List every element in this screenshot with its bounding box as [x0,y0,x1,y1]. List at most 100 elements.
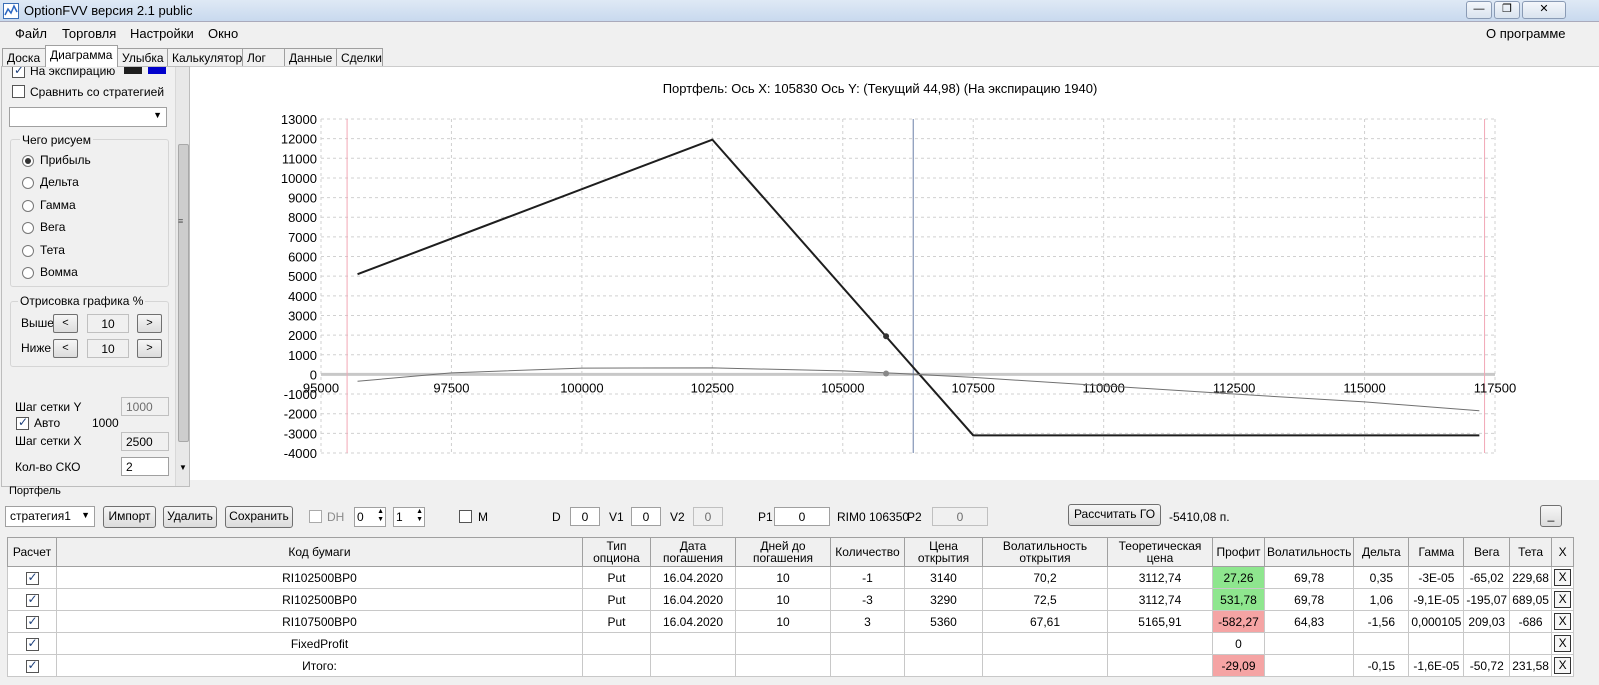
radio-profit[interactable] [22,155,34,167]
header-delta[interactable]: Дельта [1353,537,1410,567]
table-cell[interactable]: -686 [1509,610,1553,633]
table-cell[interactable]: -3E-05 [1408,566,1465,589]
grid-y-input[interactable]: 1000 [121,397,169,416]
header-vega[interactable]: Вега [1463,537,1511,567]
minimize-panel-button[interactable]: _ [1540,505,1562,527]
grid-x-input[interactable]: 2500 [121,432,169,451]
table-cell[interactable]: 64,83 [1263,610,1355,633]
table-cell[interactable]: 0,35 [1353,566,1410,589]
table-cell[interactable]: 5165,91 [1107,610,1213,633]
table-cell[interactable]: Итого: [56,654,583,677]
calc-cell[interactable] [7,632,57,655]
table-cell[interactable]: 69,78 [1263,588,1355,611]
table-row[interactable]: RI102500BP0Put16.04.202010-1314070,23112… [7,566,1575,589]
table-cell[interactable] [1263,632,1355,655]
calc-checkbox[interactable] [25,570,39,585]
table-cell[interactable] [1463,632,1511,655]
p2-input[interactable]: 0 [932,507,988,526]
below-decrease-button[interactable]: < [53,339,78,358]
scroll-down-icon[interactable]: ▼ [179,463,187,472]
table-cell[interactable]: RI102500BP0 [56,588,583,611]
table-cell[interactable]: Put [582,588,651,611]
table-cell[interactable]: 3 [830,610,905,633]
radio-theta[interactable] [22,245,34,257]
table-cell[interactable]: 0,000105 [1408,610,1465,633]
table-cell[interactable]: 3290 [904,588,983,611]
table-row[interactable]: RI102500BP0Put16.04.202010-3329072,53112… [7,588,1575,611]
header-theta[interactable]: Тета [1509,537,1553,567]
header-qty[interactable]: Количество [830,537,905,567]
header-profit[interactable]: Профит [1212,537,1265,567]
table-cell[interactable]: -65,02 [1463,566,1511,589]
table-cell[interactable] [1263,654,1355,677]
table-cell[interactable]: RI102500BP0 [56,566,583,589]
table-cell[interactable]: RI107500BP0 [56,610,583,633]
table-cell[interactable]: -1,56 [1353,610,1410,633]
current-color-swatch[interactable] [124,67,142,74]
tab-board[interactable]: Доска [2,48,46,67]
below-increase-button[interactable]: > [137,339,162,358]
tab-calculator[interactable]: Калькулятор [167,48,243,67]
table-cell[interactable]: -3 [830,588,905,611]
table-cell[interactable]: 69,78 [1263,566,1355,589]
restore-window-button[interactable]: ❐ [1494,1,1520,19]
scrollbar-thumb[interactable] [178,144,189,442]
table-cell[interactable]: 16.04.2020 [650,566,736,589]
remove-cell[interactable]: X [1551,566,1575,589]
table-cell[interactable]: 10 [735,610,831,633]
table-cell[interactable] [904,654,983,677]
table-row[interactable]: FixedProfit 0 X [7,632,1575,655]
table-row[interactable]: Итого: -29,09 -0,15-1,6E-05-50,72231,58X [7,654,1575,677]
remove-cell[interactable]: X [1551,610,1575,633]
table-cell[interactable] [1408,632,1465,655]
remove-row-button[interactable]: X [1554,569,1572,586]
table-cell[interactable]: 689,05 [1509,588,1553,611]
compare-strategy-checkbox[interactable] [12,85,25,98]
expiry-checkbox[interactable] [12,67,25,78]
table-cell[interactable]: FixedProfit [56,632,583,655]
above-increase-button[interactable]: > [137,314,162,333]
table-cell[interactable]: -1 [830,566,905,589]
table-cell[interactable] [582,632,651,655]
table-cell[interactable]: 10 [735,588,831,611]
import-button[interactable]: Импорт [103,506,156,528]
table-cell[interactable]: 231,58 [1509,654,1553,677]
table-cell[interactable]: 10 [735,566,831,589]
profit-cell[interactable]: -29,09 [1212,654,1265,677]
remove-cell[interactable]: X [1551,654,1575,677]
header-x[interactable]: X [1551,537,1575,567]
table-cell[interactable]: -50,72 [1463,654,1511,677]
radio-vega[interactable] [22,222,34,234]
header-code[interactable]: Код бумаги [56,537,583,567]
table-cell[interactable]: 5360 [904,610,983,633]
table-cell[interactable]: 3112,74 [1107,588,1213,611]
header-type[interactable]: Тип опциона [582,537,651,567]
profit-cell[interactable]: 0 [1212,632,1265,655]
calc-checkbox[interactable] [25,636,39,651]
header-open-vol[interactable]: Волатильность открытия [982,537,1108,567]
header-days[interactable]: Дней до погашения [735,537,831,567]
expiry-color-swatch[interactable] [148,67,166,74]
profit-cell[interactable]: 531,78 [1212,588,1265,611]
remove-row-button[interactable]: X [1554,657,1572,674]
header-theo-price[interactable]: Теоретическая цена [1107,537,1213,567]
above-decrease-button[interactable]: < [53,314,78,333]
tab-log[interactable]: Лог [242,48,285,67]
table-cell[interactable]: 72,5 [982,588,1108,611]
table-cell[interactable] [735,654,831,677]
calc-cell[interactable] [7,588,57,611]
table-cell[interactable]: Put [582,610,651,633]
radio-vomma[interactable] [22,267,34,279]
table-cell[interactable]: -0,15 [1353,654,1410,677]
dh-checkbox[interactable] [309,510,322,523]
table-cell[interactable] [582,654,651,677]
table-cell[interactable]: 209,03 [1463,610,1511,633]
tab-data[interactable]: Данные [284,48,337,67]
calc-cell[interactable] [7,610,57,633]
calc-checkbox[interactable] [25,658,39,673]
spin-arrows-icon[interactable]: ▲ ▼ [416,508,423,524]
sko-input[interactable]: 2 [121,457,169,476]
table-cell[interactable] [830,632,905,655]
p1-input[interactable]: 0 [774,507,830,526]
header-vol[interactable]: Волатильность [1263,537,1355,567]
